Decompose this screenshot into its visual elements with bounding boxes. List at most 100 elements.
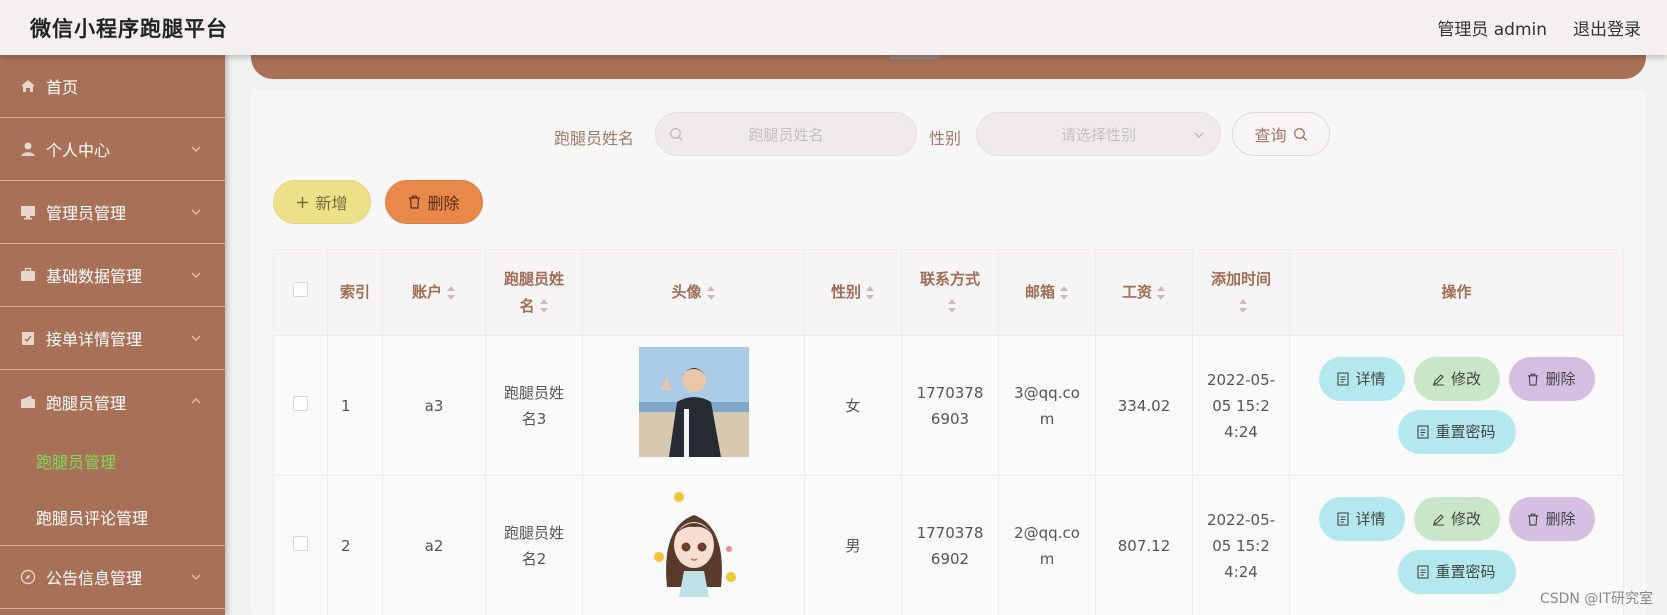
delete-button[interactable]: 删除 <box>1508 497 1595 541</box>
sort-icon[interactable] <box>1059 285 1069 300</box>
bulk-delete-button[interactable]: 删除 <box>385 180 483 224</box>
avatar <box>638 346 749 457</box>
sidebar-item-admin-management[interactable]: 管理员管理 <box>0 181 225 244</box>
edit-label: 修改 <box>1450 370 1481 388</box>
col-account[interactable]: 账户 <box>382 249 486 336</box>
sort-icon[interactable] <box>706 285 716 300</box>
col-contact[interactable]: 联系方式 <box>901 249 999 336</box>
col-added-time[interactable]: 添加时间 <box>1192 249 1290 336</box>
gender-select[interactable]: 请选择性别 <box>976 112 1221 156</box>
row-checkbox[interactable] <box>293 535 308 551</box>
chevron-down-icon <box>191 272 201 278</box>
cell-name: 跑腿员姓名2 <box>485 475 583 615</box>
sort-icon[interactable] <box>865 285 875 300</box>
cell-ops: 详情 修改 删除 重置密码 <box>1289 335 1624 476</box>
reset-password-button[interactable]: 重置密码 <box>1397 410 1516 454</box>
col-ops-label: 操作 <box>1441 283 1472 301</box>
runner-name-label: 跑腿员姓名 <box>554 129 635 148</box>
sort-icon[interactable] <box>1156 285 1166 300</box>
cell-contact: 17703786902 <box>901 475 999 615</box>
edit-button[interactable]: 修改 <box>1413 357 1500 401</box>
reset-password-button[interactable]: 重置密码 <box>1397 550 1516 594</box>
document-icon <box>1417 425 1430 439</box>
col-salary[interactable]: 工资 <box>1095 249 1193 336</box>
search-bar: 跑腿员姓名 跑腿员姓名 性别 请选择性别 查询 <box>0 112 1667 158</box>
sidebar-item-basic-data[interactable]: 基础数据管理 <box>0 244 225 307</box>
col-email-label: 邮箱 <box>1024 283 1055 301</box>
select-all-checkbox[interactable] <box>293 282 308 297</box>
runner-submenu: 跑腿员管理 跑腿员评论管理 <box>0 433 225 546</box>
sort-icon[interactable] <box>1238 299 1248 313</box>
header-user-area: 管理员 admin 退出登录 <box>1437 15 1641 40</box>
document-icon <box>1337 512 1350 526</box>
trash-icon <box>1528 513 1539 526</box>
briefcase-icon <box>19 266 37 284</box>
pencil-icon <box>1432 513 1444 525</box>
cell-email: 2@qq.com <box>998 475 1096 615</box>
cell-added-time: 2022-05-05 15:24:24 <box>1192 475 1290 615</box>
col-email[interactable]: 邮箱 <box>998 249 1096 336</box>
query-button[interactable]: 查询 <box>1232 112 1330 156</box>
submenu-item-label: 跑腿员管理 <box>36 453 117 472</box>
logout-link[interactable]: 退出登录 <box>1573 15 1641 40</box>
col-name[interactable]: 跑腿员姓名 <box>485 249 583 336</box>
cell-email: 3@qq.com <box>998 335 1096 476</box>
row-checkbox[interactable] <box>293 395 308 411</box>
cell-name: 跑腿员姓名3 <box>485 335 583 476</box>
cell-gender: 男 <box>804 475 902 615</box>
chevron-down-icon <box>1194 132 1204 138</box>
cell-contact: 17703786903 <box>901 335 999 476</box>
edit-label: 修改 <box>1450 510 1481 528</box>
admin-label[interactable]: 管理员 admin <box>1437 15 1547 40</box>
monitor-icon <box>19 203 37 221</box>
cell-index: 1 <box>327 335 383 476</box>
sort-icon[interactable] <box>446 285 456 300</box>
add-button[interactable]: 新增 <box>273 180 371 224</box>
cell-avatar <box>582 335 805 476</box>
reset-password-label: 重置密码 <box>1435 563 1496 581</box>
detail-label: 详情 <box>1355 370 1386 388</box>
banner-decoration <box>890 55 940 59</box>
avatar <box>638 486 749 597</box>
select-all-cell <box>273 249 328 336</box>
table-row: 1 a3 跑腿员姓名3 女 17703786903 3@qq.com 334.0… <box>273 335 1624 476</box>
sidebar-item-runner-management[interactable]: 跑腿员管理 <box>0 370 225 433</box>
cell-gender: 女 <box>804 335 902 476</box>
document-icon <box>1337 372 1350 386</box>
gender-label: 性别 <box>929 129 962 148</box>
edit-button[interactable]: 修改 <box>1413 497 1500 541</box>
submenu-item-runner-comments[interactable]: 跑腿员评论管理 <box>0 489 225 545</box>
sidebar-item-home[interactable]: 首页 <box>0 55 225 118</box>
sidebar-item-order-details[interactable]: 接单详情管理 <box>0 307 225 370</box>
top-header: 微信小程序跑腿平台 管理员 admin 退出登录 <box>0 0 1667 55</box>
detail-button[interactable]: 详情 <box>1318 357 1405 401</box>
submenu-item-runner-management[interactable]: 跑腿员管理 <box>0 433 225 489</box>
sort-icon[interactable] <box>947 299 957 313</box>
cell-index: 2 <box>327 475 383 615</box>
detail-button[interactable]: 详情 <box>1318 497 1405 541</box>
sort-icon[interactable] <box>539 299 549 313</box>
pencil-icon <box>1432 373 1444 385</box>
plus-icon <box>297 196 309 208</box>
table-row: 2 a2 跑腿员姓名2 男 17703786902 2@qq.com 807.1… <box>273 475 1624 615</box>
col-salary-label: 工资 <box>1121 283 1152 301</box>
col-ops: 操作 <box>1289 249 1624 336</box>
col-avatar[interactable]: 头像 <box>582 249 805 336</box>
row-checkbox-cell <box>273 335 328 476</box>
cell-added-time: 2022-05-05 15:24:24 <box>1192 335 1290 476</box>
gender-placeholder: 请选择性别 <box>1060 125 1136 144</box>
table-header-row: 索引 账户 跑腿员姓名 头像 性别 联系方式 邮箱 工资 添加时间 操作 <box>273 249 1624 336</box>
reset-password-label: 重置密码 <box>1435 423 1496 441</box>
cell-account: a2 <box>382 475 486 615</box>
delete-button[interactable]: 删除 <box>1508 357 1595 401</box>
sidebar-item-announcements[interactable]: 公告信息管理 <box>0 546 225 609</box>
sidebar-item-label: 管理员管理 <box>46 204 127 223</box>
search-icon <box>1293 127 1307 141</box>
col-gender[interactable]: 性别 <box>804 249 902 336</box>
cell-salary: 334.02 <box>1095 335 1193 476</box>
runner-name-input[interactable]: 跑腿员姓名 <box>655 112 917 156</box>
runner-table: 索引 账户 跑腿员姓名 头像 性别 联系方式 邮箱 工资 添加时间 操作 1 a… <box>273 249 1624 615</box>
sidebar-item-personal-center[interactable]: 个人中心 <box>0 118 225 181</box>
runner-name-placeholder: 跑腿员姓名 <box>748 125 824 144</box>
sidebar-item-label: 公告信息管理 <box>46 569 143 588</box>
